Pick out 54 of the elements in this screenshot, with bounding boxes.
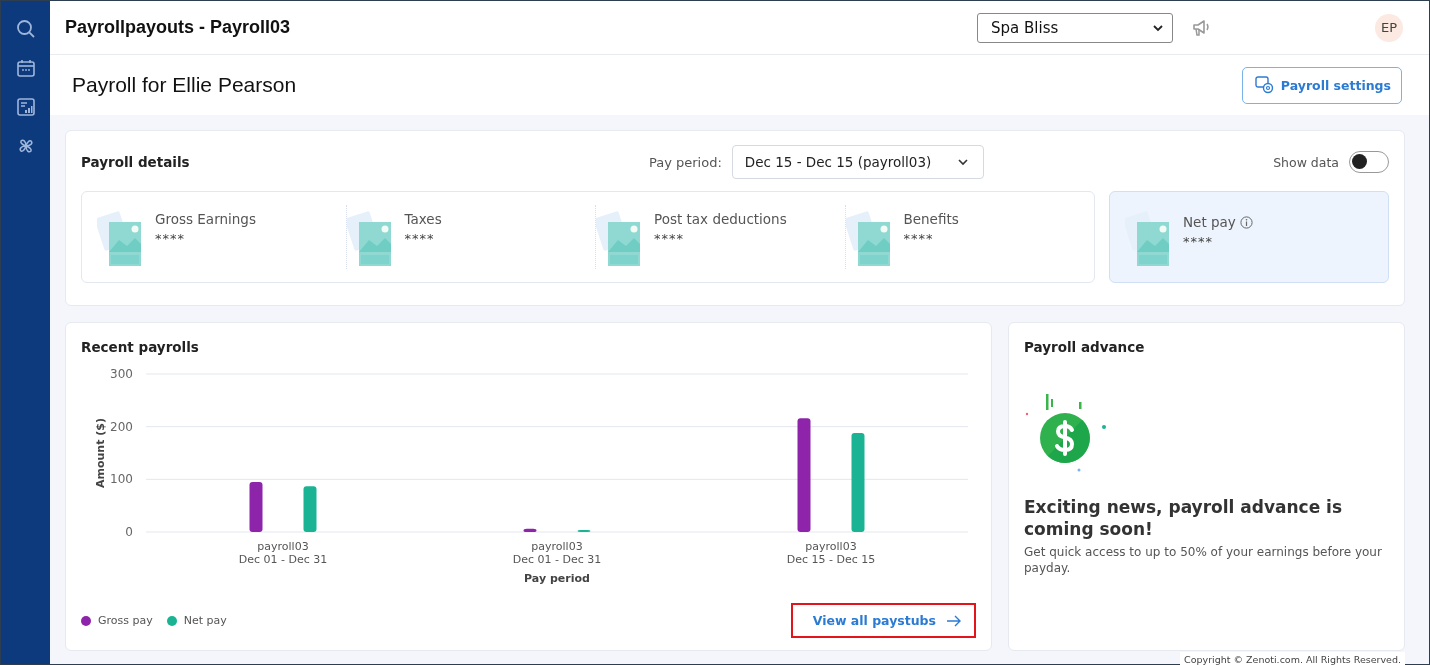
pay-period-label: Pay period: [648,154,722,170]
y-tick-label: 200 [110,419,133,434]
legend-label: Net pay [183,614,227,627]
user-avatar[interactable]: EP [1375,13,1403,42]
settings-icon [1254,76,1275,94]
page-title: Payrollpayouts - Payroll03 [65,17,291,38]
masked-value: **** [404,231,436,246]
stat-label: Net pay [1183,214,1236,230]
show-data-label: Show data [1273,154,1339,170]
stat-label: Taxes [404,211,442,227]
advance-description: Get quick access to up to 50% of your earnings before your payday. [1024,544,1383,577]
image-placeholder-icon [845,208,892,266]
masked-value: **** [1183,234,1214,249]
card-title: Payroll details [81,154,190,170]
card-title: Payroll advance [1024,339,1146,355]
arrow-right-icon [946,614,962,627]
stat-label: Benefits [903,211,959,227]
search-icon[interactable] [15,19,36,39]
x-tick-label: payroll03 Dec 01 - Dec 31 [512,540,602,566]
y-axis-title: Amount ($) [94,418,107,488]
payroll-settings-button[interactable]: Payroll settings [1241,66,1402,104]
bar [523,528,537,532]
bar [303,486,317,532]
location-dropdown[interactable]: Spa Bliss [977,12,1173,43]
stat-label: Post tax deductions [654,211,787,227]
image-placeholder-icon [596,208,642,266]
payroll-heading: Payroll for Ellie Pearson [72,73,297,97]
info-icon[interactable] [1239,215,1253,229]
x-tick-label: payroll03 Dec 15 - Dec 15 [786,540,876,566]
bar [577,529,591,532]
card-title: Recent payrolls [81,339,200,355]
x-axis-title: Pay period [524,572,590,585]
show-data-toggle[interactable] [1349,151,1389,173]
copyright-text: Copyright © Zenoti.com. All Rights Reserved. [1180,652,1405,665]
image-placeholder-icon [346,208,393,266]
view-all-paystubs-link[interactable]: View all paystubs [790,603,976,638]
chevron-down-icon [956,158,969,166]
calendar-icon[interactable] [15,58,36,78]
stat-label: Gross Earnings [155,211,256,227]
chevron-down-icon [1152,23,1164,32]
bar [249,481,263,532]
report-icon[interactable] [15,97,36,117]
advance-headline: Exciting news, payroll advance is coming soon! [1024,496,1344,541]
y-tick-label: 100 [110,472,133,487]
masked-value: **** [654,231,685,246]
x-tick-label: payroll03 Dec 01 - Dec 31 [238,540,328,566]
masked-value: **** [903,231,935,246]
pay-period-dropdown[interactable]: Dec 15 - Dec 15 (payroll03) [731,145,984,179]
image-placeholder-icon [97,208,143,266]
masked-value: **** [155,231,186,246]
image-placeholder-icon [1125,208,1171,266]
legend-label: Gross pay [98,614,153,627]
y-tick-label: 0 [125,525,133,539]
y-tick-label: 300 [110,367,133,381]
